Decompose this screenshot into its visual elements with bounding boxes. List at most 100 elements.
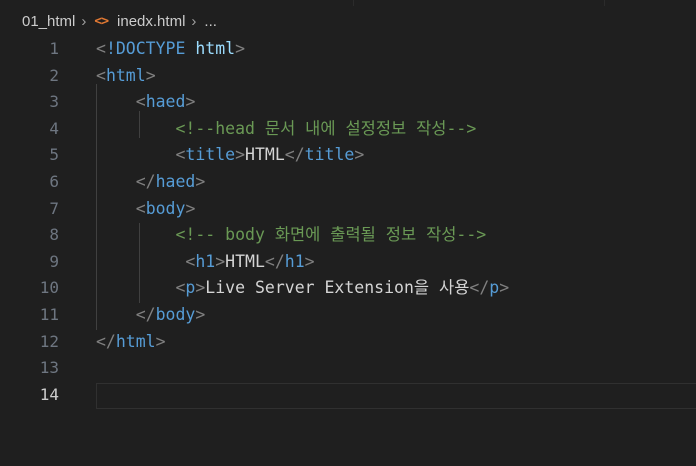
line-number: 8 — [49, 225, 59, 245]
code-token: HTML — [245, 145, 285, 165]
code-line[interactable]: 2 <html> — [0, 63, 696, 90]
code-text: <!--head 문서 내에 설정정보 작성--> — [96, 116, 476, 143]
code-token: < — [175, 278, 186, 298]
code-token: html — [115, 331, 156, 351]
breadcrumb-symbols[interactable]: ... — [204, 13, 217, 30]
line-number: 2 — [49, 65, 59, 85]
code-token: < — [185, 251, 196, 271]
code-token: title — [185, 145, 236, 165]
code-token: > — [304, 251, 315, 271]
code-line[interactable]: 14 — [0, 382, 696, 409]
code-token: html — [105, 65, 146, 85]
code-token: Live Server Extension을 사용 — [205, 278, 470, 298]
line-number: 1 — [49, 39, 59, 58]
code-token: </ — [284, 145, 305, 165]
chevron-right-icon: › — [191, 12, 197, 30]
code-text: <h1>HTML</h1> — [96, 249, 315, 276]
code-token: > — [235, 145, 246, 165]
code-line[interactable]: 8 <!-- body 화면에 출력될 정보 작성--> — [0, 222, 696, 249]
code-token: > — [499, 278, 510, 298]
tab-bar-edge — [0, 0, 696, 6]
code-line[interactable]: 9 <h1>HTML</h1> — [0, 249, 696, 276]
code-token: > — [155, 331, 166, 351]
line-number: 7 — [49, 198, 59, 218]
code-token: > — [215, 251, 226, 271]
tab-divider — [604, 0, 605, 6]
code-token: > — [145, 65, 156, 85]
code-line[interactable]: 11 </body> — [0, 302, 696, 329]
code-token: haed — [155, 172, 196, 191]
code-token: </ — [264, 251, 285, 271]
code-text: <p>Live Server Extension을 사용</p> — [96, 275, 509, 302]
code-token: </ — [135, 305, 156, 324]
code-text: <body> — [96, 196, 196, 223]
code-token: h1 — [195, 251, 216, 271]
code-line[interactable]: 13 — [0, 355, 696, 382]
line-number: 11 — [39, 305, 59, 324]
code-text: <haed> — [96, 89, 196, 116]
code-token: < — [96, 65, 106, 85]
code-token: !DOCTYPE — [105, 39, 186, 58]
code-text: <!DOCTYPE html> — [96, 36, 245, 63]
code-token: < — [135, 198, 146, 218]
code-text: <html> — [96, 63, 156, 90]
code-line[interactable]: 7 <body> — [0, 196, 696, 223]
breadcrumb-file[interactable]: inedx.html — [117, 13, 185, 30]
code-line[interactable]: 4 <!--head 문서 내에 설정정보 작성--> — [0, 116, 696, 143]
code-text: <!-- body 화면에 출력될 정보 작성--> — [96, 222, 486, 249]
code-line[interactable]: 6 </haed> — [0, 169, 696, 196]
line-number: 5 — [49, 145, 59, 165]
code-token: > — [195, 305, 206, 324]
code-token: < — [96, 39, 106, 58]
line-number: 3 — [49, 92, 59, 112]
code-text: </haed> — [96, 169, 206, 196]
code-token: haed — [145, 92, 186, 112]
line-number: 14 — [39, 384, 59, 404]
line-number: 9 — [49, 251, 59, 271]
line-number: 13 — [39, 358, 59, 378]
code-token: body — [145, 198, 186, 218]
code-token: > — [195, 278, 206, 298]
code-token: <!--head 문서 내에 설정정보 작성--> — [175, 118, 477, 138]
code-line[interactable]: 1 <!DOCTYPE html> — [0, 36, 696, 63]
code-text: </html> — [96, 329, 166, 356]
code-line[interactable]: 12 </html> — [0, 329, 696, 356]
code-token: p — [489, 278, 500, 298]
code-token: > — [185, 198, 196, 218]
code-token: h1 — [284, 251, 305, 271]
line-number: 4 — [49, 118, 59, 138]
code-text: <title>HTML</title> — [96, 142, 364, 169]
breadcrumb: 01_html › <> inedx.html › ... — [0, 8, 696, 34]
code-token: p — [185, 278, 196, 298]
line-number: 6 — [49, 172, 59, 191]
code-token: > — [235, 39, 246, 58]
code-token: < — [135, 92, 146, 112]
breadcrumb-folder[interactable]: 01_html — [22, 13, 75, 30]
line-number: 10 — [39, 278, 59, 298]
code-token: < — [175, 145, 186, 165]
code-token: html — [195, 39, 236, 58]
code-token: title — [304, 145, 355, 165]
code-token: body — [155, 305, 196, 324]
code-line[interactable]: 3 <haed> — [0, 89, 696, 116]
code-token: </ — [96, 331, 116, 351]
line-number: 12 — [39, 331, 59, 351]
code-line[interactable]: 10 <p>Live Server Extension을 사용</p> — [0, 275, 696, 302]
code-token: HTML — [225, 251, 265, 271]
code-text: </body> — [96, 302, 206, 329]
chevron-right-icon: › — [81, 12, 87, 30]
code-token: > — [354, 145, 365, 165]
code-token: > — [185, 92, 196, 112]
tab-divider — [353, 0, 354, 6]
code-line[interactable]: 5 <title>HTML</title> — [0, 142, 696, 169]
code-editor[interactable]: 1 <!DOCTYPE html> 2 <html> 3 <haed> 4 <!--hea… — [0, 36, 696, 466]
